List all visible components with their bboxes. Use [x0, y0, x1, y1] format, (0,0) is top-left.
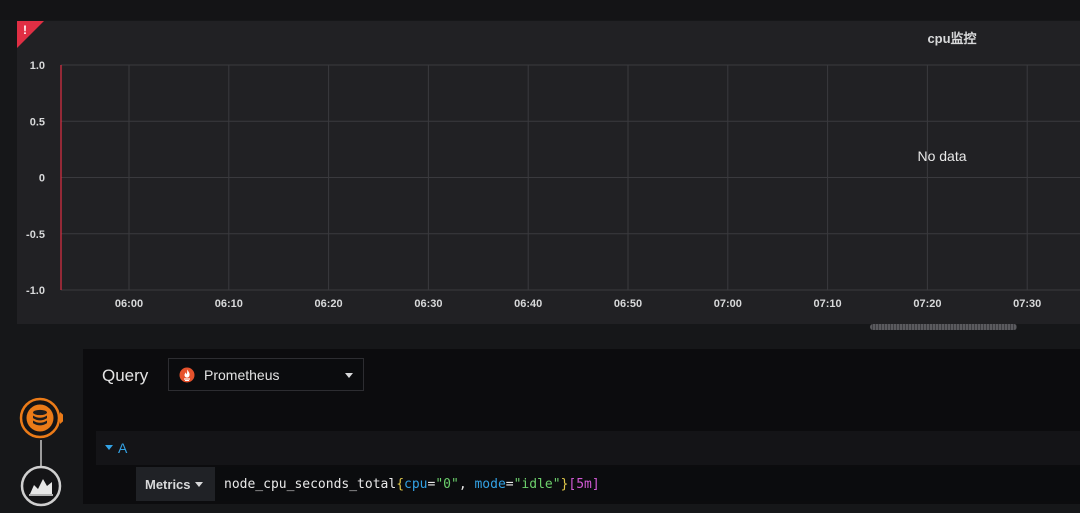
- x-tick-label: 06:50: [614, 298, 642, 310]
- query-expression: node_cpu_seconds_total{cpu="0", mode="id…: [224, 477, 600, 492]
- label-eq: =: [505, 476, 514, 492]
- datasource-name: Prometheus: [204, 366, 280, 383]
- metrics-button[interactable]: Metrics: [136, 467, 215, 501]
- graph-panel[interactable]: ! cpu监控 1.0 0.5 0 -0.5 -1.0 06:00 06:10 06:20 0…: [17, 21, 1080, 324]
- query-expression-input[interactable]: node_cpu_seconds_total{cpu="0", mode="id…: [215, 467, 1080, 501]
- x-tick-label: 06:20: [315, 298, 343, 310]
- x-tick-label: 06:40: [514, 298, 542, 310]
- datasource-tab[interactable]: [19, 396, 67, 440]
- label-separator: ,: [458, 476, 475, 492]
- chevron-down-icon: [195, 482, 203, 487]
- y-tick-label: -1.0: [26, 285, 45, 297]
- y-tick-label: 1.0: [30, 60, 45, 72]
- chart: 1.0 0.5 0 -0.5 -1.0 06:00 06:10 06:20 06:30 06:4…: [26, 60, 1080, 310]
- datasource-picker[interactable]: Prometheus: [168, 358, 364, 391]
- chevron-down-icon: [345, 373, 353, 378]
- chart-grid: [61, 64, 1080, 291]
- query-row-header[interactable]: A: [96, 431, 1080, 465]
- y-tick-label: 0: [39, 173, 45, 185]
- x-tick-label: 07:10: [814, 298, 842, 310]
- label-key: cpu: [404, 476, 428, 492]
- y-tick-label: -0.5: [26, 229, 45, 241]
- query-ref-id[interactable]: A: [118, 440, 127, 456]
- visualization-tab[interactable]: [19, 464, 63, 508]
- open-brace: {: [396, 476, 405, 492]
- x-tick-label: 06:30: [414, 298, 442, 310]
- label-value: "idle": [513, 476, 561, 492]
- database-icon: [19, 397, 67, 439]
- metric-name: node_cpu_seconds_total: [224, 476, 397, 492]
- x-tick-label: 07:20: [913, 298, 941, 310]
- x-tick-label: 07:00: [714, 298, 742, 310]
- prometheus-flame-icon: [178, 366, 196, 384]
- label-value: "0": [435, 476, 459, 492]
- area-chart-icon: [20, 465, 62, 507]
- label-key: mode: [474, 476, 506, 492]
- y-axis: 1.0 0.5 0 -0.5 -1.0: [26, 60, 45, 297]
- y-tick-label: 0.5: [30, 116, 45, 128]
- query-editor: Query Prometheus A Metrics node_cpu_seco…: [83, 349, 1080, 504]
- query-label: Query: [102, 366, 149, 385]
- range-selector: [5m]: [568, 476, 600, 492]
- top-strip: [0, 0, 1080, 20]
- horizontal-scrollbar[interactable]: [870, 324, 1017, 330]
- x-tick-label: 06:10: [215, 298, 243, 310]
- no-data-message: No data: [917, 148, 967, 164]
- x-tick-label: 07:30: [1013, 298, 1041, 310]
- x-axis: 06:00 06:10 06:20 06:30 06:40 06:50 07:00 07:10…: [115, 298, 1041, 310]
- collapse-caret-icon[interactable]: [105, 445, 113, 450]
- metrics-label: Metrics: [145, 476, 191, 492]
- x-tick-label: 06:00: [115, 298, 143, 310]
